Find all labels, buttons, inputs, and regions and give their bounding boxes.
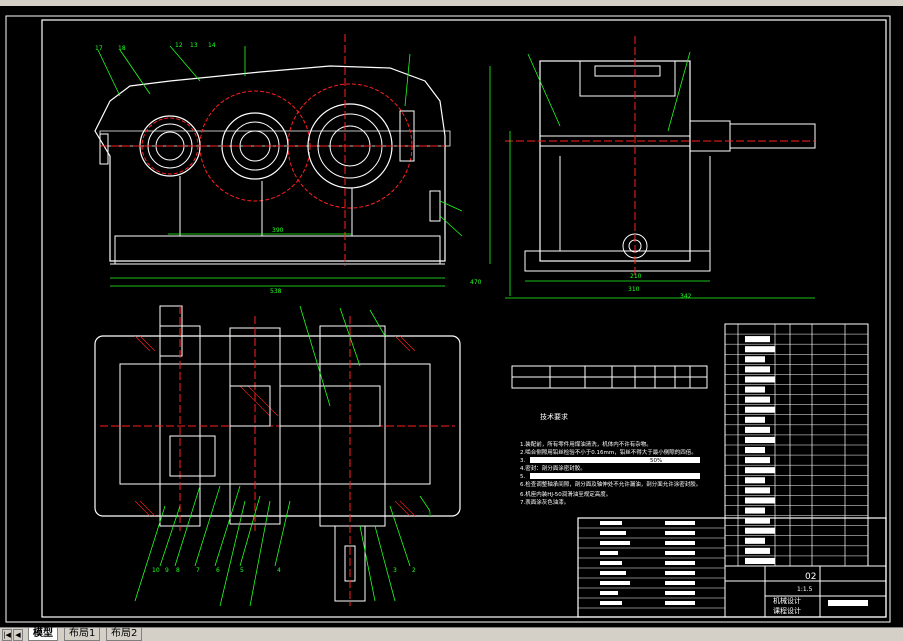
title-block-cell-text: [600, 571, 626, 575]
label-b9: 9: [165, 567, 169, 574]
label-b8: 8: [176, 567, 180, 574]
label-b7: 7: [196, 567, 200, 574]
label-b5: 5: [240, 567, 244, 574]
parts-list-cell-text: [745, 527, 775, 534]
parts-list-cell-text: [745, 376, 775, 383]
tech-req-line-3: 3.: [520, 458, 525, 464]
label-13: 13: [190, 42, 198, 49]
title-block-cell-text: [600, 521, 622, 525]
tab-nav-prev-button[interactable]: ◀: [13, 629, 23, 641]
label-b2: 2: [412, 567, 416, 574]
parts-list-cell-text: [745, 436, 775, 443]
title-block-cell-text: [665, 591, 695, 595]
title-block-cell-text: [665, 541, 695, 545]
title-block-cell-text: [600, 561, 622, 565]
parts-list-cell-text: [745, 416, 765, 423]
tech-req-title: 技术要求: [540, 412, 568, 421]
title-block: 02 1:1.5 机械设计 课程设计: [577, 517, 887, 618]
parts-list-cell-text: [745, 336, 770, 343]
parts-list-cell-text: [745, 457, 770, 464]
tech-req-line-8: 7.表面涂灰色油漆。: [520, 498, 569, 506]
side-view: 210 310 342: [505, 36, 816, 300]
title-block-cell-text: [665, 561, 695, 565]
front-view: 470 538 390 17 18 12 13 14: [94, 34, 491, 295]
parts-list-cell-text: [745, 366, 770, 373]
title-block-cell-text: [600, 531, 626, 535]
parts-list-cell-text: [745, 467, 775, 474]
dim-front-2: 390: [272, 227, 284, 234]
label-b1: 1: [428, 511, 432, 518]
tech-req-line-1: 1.装配前，所有零件用煤油清洗，机体内不许有杂物。: [520, 440, 652, 448]
parts-list-cell-text: [745, 356, 765, 363]
cad-drawing: 470 538 390 17 18 12 13 14 210 310 342 1…: [5, 15, 891, 623]
course-title-1: 机械设计: [773, 596, 801, 605]
tech-req-line-6: 6.检查调整轴承间隙，剖分面及轴伸处不允许漏油，剖分面允许涂密封胶。: [520, 480, 701, 488]
parts-list-cell-text: [745, 386, 765, 393]
title-block-cell-text: [665, 571, 695, 575]
label-b6: 6: [216, 567, 220, 574]
parts-list-cell-text: [745, 547, 770, 554]
dim-side-2: 342: [680, 293, 692, 300]
tab-layout-2[interactable]: 布局2: [106, 628, 143, 641]
parts-list-cell-text: [745, 537, 765, 544]
parts-list-cell-text: [745, 426, 770, 433]
label-b10: 10: [152, 567, 160, 574]
parts-list-cell-text: [745, 497, 775, 504]
parts-list-cell-text: [745, 507, 765, 514]
tech-req-line-7: 6.机座内装HJ-50润滑油至规定高度。: [520, 490, 611, 498]
dim-front-0: 470: [470, 279, 482, 286]
title-block-cell-text: [600, 541, 630, 545]
parts-list-cell-text: [745, 406, 775, 413]
dim-side-1: 310: [628, 286, 640, 293]
title-block-cell-text: [600, 601, 622, 605]
label-b3: 3: [393, 567, 397, 574]
title-block-cell-text: [600, 581, 630, 585]
sheet-inner-border: [41, 19, 887, 618]
parts-list-cell-text: [745, 477, 765, 484]
layout-tab-bar: |◀ ◀ 模型 布局1 布局2: [0, 627, 903, 641]
dim-side-0: 210: [630, 273, 642, 280]
tab-layout-1[interactable]: 布局1: [64, 628, 101, 641]
dim-front-1: 538: [270, 288, 282, 295]
tech-req-highlight: 50%: [650, 458, 662, 464]
title-block-cell-text: [665, 581, 695, 585]
title-block-cell-text: [665, 531, 695, 535]
tab-nav-first-button[interactable]: |◀: [2, 629, 12, 641]
drawing-number: 02: [805, 572, 816, 582]
parts-list-cell-text: [745, 396, 770, 403]
label-12: 12: [175, 42, 183, 49]
tab-model[interactable]: 模型: [28, 628, 58, 641]
technical-requirements: 技术要求 1.装配前，所有零件用煤油清洗，机体内不许有杂物。 2.啮合侧隙用铅丝…: [520, 412, 701, 506]
label-17: 17: [95, 45, 103, 52]
tech-req-line-4: 4.密封：剖分面涂密封胶。: [520, 464, 586, 472]
gear-parameter-table: [511, 365, 708, 389]
title-block-cell-text: [600, 591, 618, 595]
title-block-cell-text: [665, 521, 695, 525]
tech-req-line-2: 2.啮合侧隙用铅丝检验不小于0.16mm，铅丝不得大于最小侧隙的四倍。: [520, 448, 697, 456]
course-title-2: 课程设计: [773, 606, 801, 615]
title-block-cell-text: [665, 601, 695, 605]
tech-req-line-5: 5.: [520, 474, 525, 480]
title-block-cell-text: [600, 551, 618, 555]
drawing-scale: 1:1.5: [797, 586, 813, 593]
parts-list: [724, 323, 869, 567]
parts-list-cell-text: [745, 487, 770, 494]
parts-list-cell-text: [745, 346, 775, 353]
parts-list-cell-text: [745, 557, 775, 564]
label-b4: 4: [277, 567, 281, 574]
label-18: 18: [118, 45, 126, 52]
drawing-canvas[interactable]: 470 538 390 17 18 12 13 14 210 310 342 1…: [0, 6, 903, 627]
label-14: 14: [208, 42, 216, 49]
top-view: 1 2 3 4 5 6 7 8 9 10: [94, 305, 461, 607]
title-block-cell-text: [665, 551, 695, 555]
parts-list-cell-text: [745, 447, 765, 454]
